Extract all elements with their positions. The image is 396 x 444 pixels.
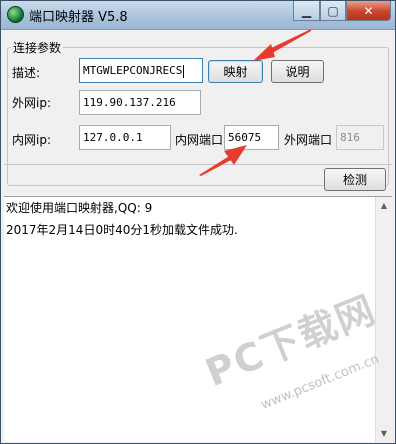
minimize-button[interactable]: ▁ <box>293 1 320 21</box>
separator <box>4 164 392 165</box>
internal-port-label: 内网端口 <box>175 133 224 147</box>
external-port-label: 外网端口 <box>284 133 333 147</box>
log-line: 2017年2月14日0时40分1秒加载文件成功. <box>6 223 238 237</box>
desc-input[interactable]: MTGWLEPCONJRECS <box>79 58 203 83</box>
title-bar[interactable]: 端口映射器 V5.8 ▁ ▢ ✕ <box>1 1 395 30</box>
group-label: 连接参数 <box>11 39 64 56</box>
internal-port-input[interactable]: 56075 <box>224 125 279 150</box>
scroll-up-icon[interactable]: ▲ <box>376 197 392 214</box>
text-caret <box>183 64 185 78</box>
close-button[interactable]: ✕ <box>346 1 391 21</box>
help-button[interactable]: 说明 <box>271 60 324 83</box>
main-window: 端口映射器 V5.8 ▁ ▢ ✕ 连接参数 描述: MTGWLEPCONJREC… <box>0 0 396 444</box>
detect-button[interactable]: 检测 <box>324 168 386 191</box>
internal-ip-input[interactable]: 127.0.0.1 <box>79 125 171 150</box>
log-line: 欢迎使用端口映射器,QQ: 9 <box>6 201 153 215</box>
desc-label: 描述: <box>12 66 41 80</box>
scroll-down-icon[interactable]: ▼ <box>376 425 392 442</box>
external-ip-label: 外网ip: <box>12 96 51 110</box>
external-port-input: 816 <box>336 125 384 150</box>
maximize-button[interactable]: ▢ <box>320 1 346 21</box>
internal-ip-label: 内网ip: <box>12 133 51 147</box>
external-ip-input[interactable]: 119.90.137.216 <box>79 90 201 115</box>
globe-icon <box>7 6 24 23</box>
map-button[interactable]: 映射 <box>208 60 263 83</box>
desc-value: MTGWLEPCONJRECS <box>83 64 183 77</box>
window-title: 端口映射器 V5.8 <box>29 10 128 25</box>
